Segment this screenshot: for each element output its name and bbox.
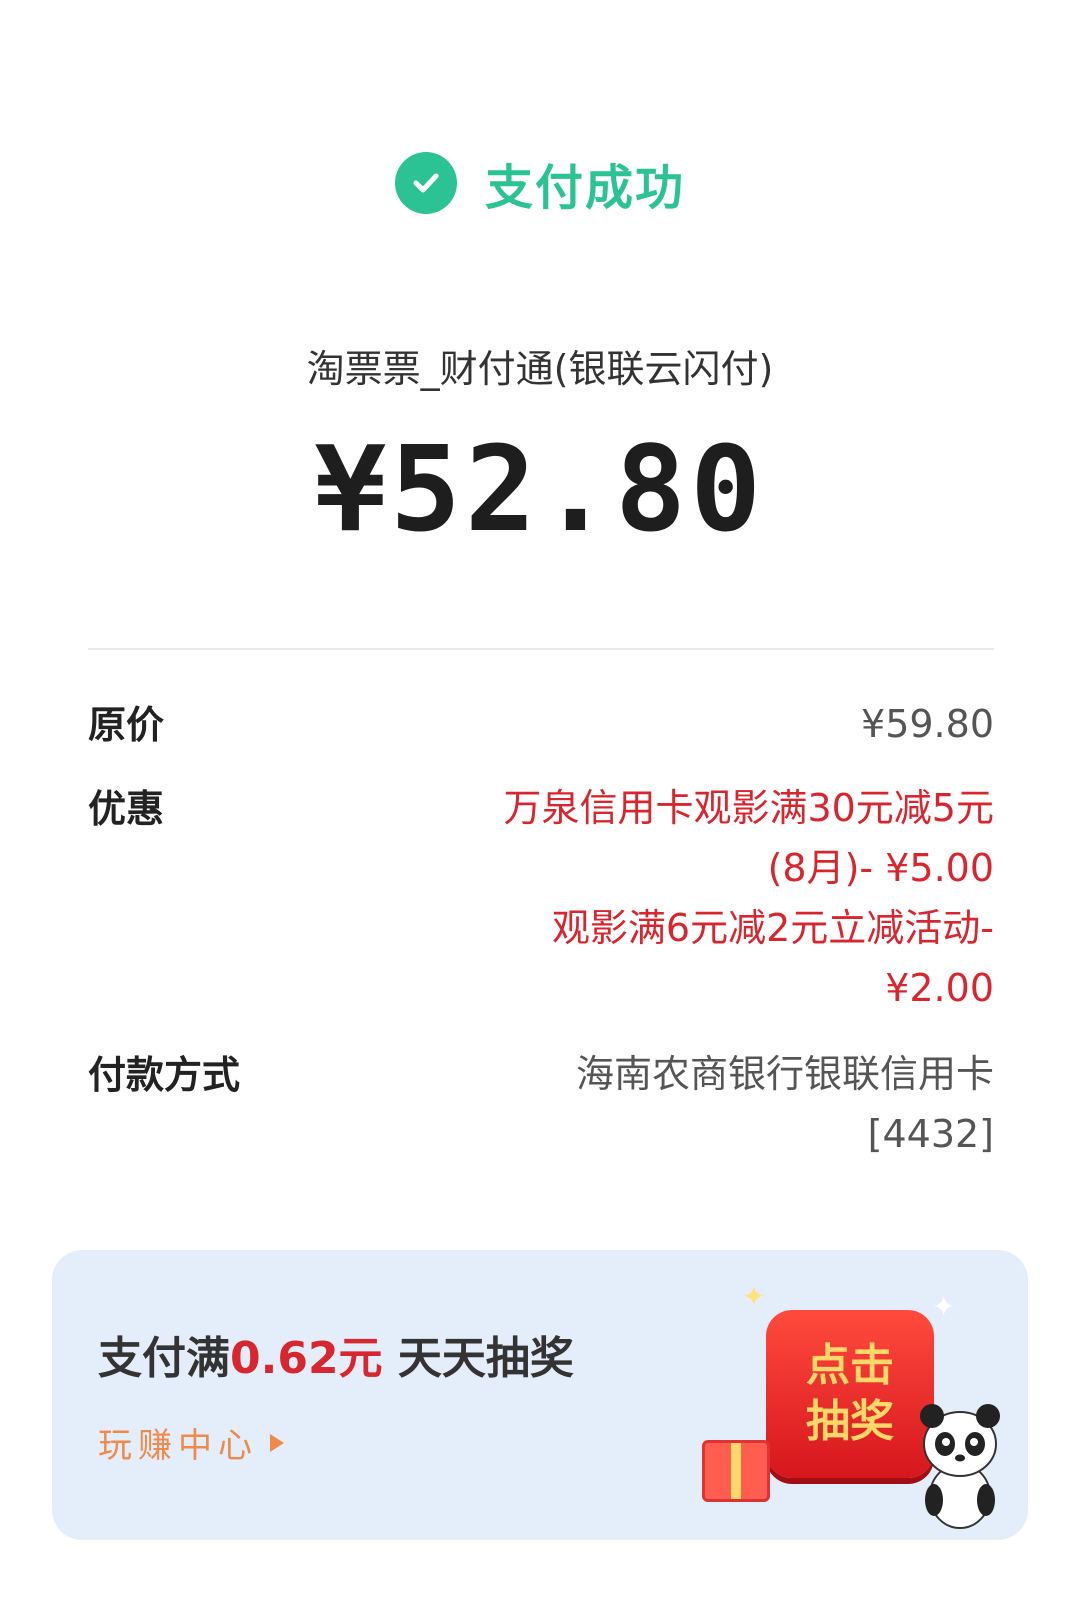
check-circle-icon [394,152,457,214]
payment-method-label: 付款方式 [88,1053,241,1097]
bank-card-name: 海南农商银行银联信用卡 [575,1052,994,1096]
sparkle-icon: ✦ [742,1280,766,1313]
lottery-button-line1: 点击 [806,1340,894,1391]
merchant-name: 淘票票_财付通(银联云闪付) [306,347,774,391]
panda-mascot-icon [920,1404,1000,1529]
status-text: 支付成功 [484,160,685,216]
discount-label: 优惠 [88,787,165,831]
discount-details: 万泉信用卡观影满30元减5元 (8月)- ¥5.00 观影满6元减2元立减活动-… [503,778,994,1018]
lottery-banner[interactable]: 支付满0.62元 天天抽奖 玩赚中心 ✦ ✦ 点击 抽奖 [52,1250,1028,1540]
payment-status: 支付成功 [0,148,1080,218]
banner-title-suffix: 天天抽奖 [382,1333,574,1384]
gift-box-icon [702,1440,770,1502]
discount-line: (8月)- ¥5.00 [767,846,994,890]
original-price-row: 原价 ¥59.80 [88,694,994,754]
triangle-right-icon [270,1433,284,1452]
payment-method-value: 海南农商银行银联信用卡 [4432] [576,1044,994,1164]
discount-line: 观影满6元减2元立减活动- [551,906,994,950]
play-earn-center-link[interactable]: 玩赚中心 [98,1418,284,1467]
discount-line: ¥2.00 [885,966,994,1010]
lottery-button[interactable]: 点击 抽奖 [766,1310,934,1478]
lottery-button-line2: 抽奖 [806,1396,894,1447]
original-price-value: ¥59.80 [861,702,994,746]
paid-amount: ¥52.80 [314,420,766,558]
sparkle-icon: ✦ [932,1290,956,1323]
banner-title-amount: 0.62元 [230,1333,383,1384]
payment-method-row: 付款方式 海南农商银行银联信用卡 [4432] [88,1044,994,1164]
banner-title: 支付满0.62元 天天抽奖 [98,1322,574,1386]
play-earn-center-label: 玩赚中心 [98,1426,258,1466]
divider [88,648,994,650]
discount-line: 万泉信用卡观影满30元减5元 [503,786,994,830]
bank-card-number: [4432] [867,1112,994,1156]
original-price-label: 原价 [88,703,165,747]
discount-row: 优惠 万泉信用卡观影满30元减5元 (8月)- ¥5.00 观影满6元减2元立减… [88,778,994,1018]
banner-title-prefix: 支付满 [98,1333,230,1384]
